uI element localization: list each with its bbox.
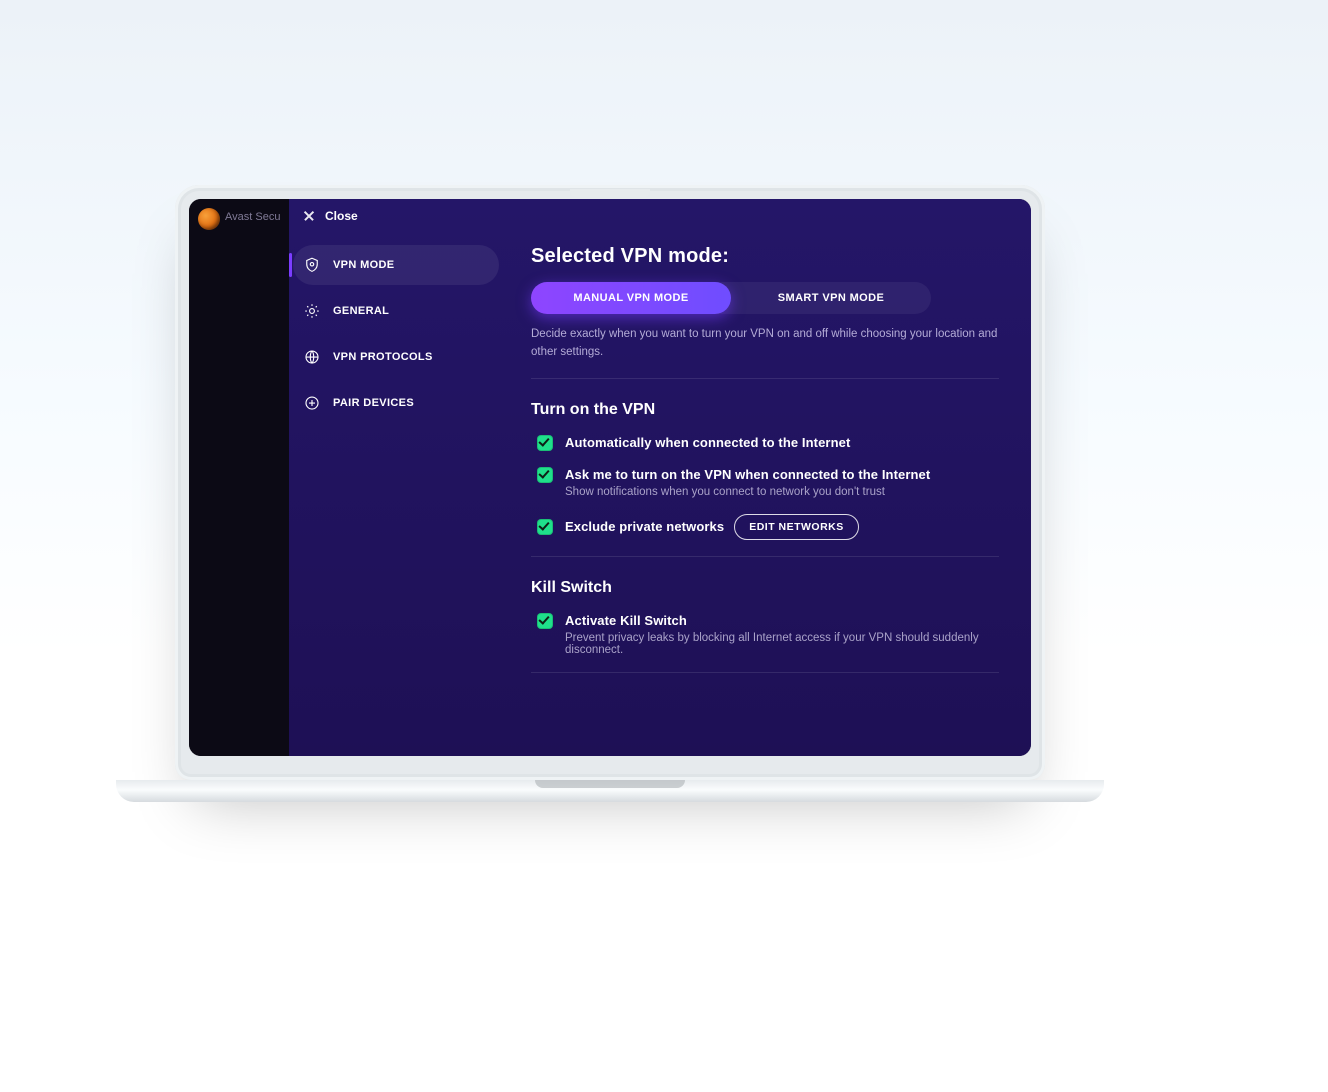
nav-item-pair-devices[interactable]: PAIR DEVICES [293, 383, 499, 423]
option-activate-kill-switch: Activate Kill Switch Prevent privacy lea… [537, 613, 999, 656]
mode-description: Decide exactly when you want to turn you… [531, 326, 999, 362]
checkbox[interactable] [537, 613, 553, 629]
close-icon[interactable] [303, 210, 315, 222]
globe-icon [303, 348, 321, 366]
nav-item-label: PAIR DEVICES [333, 397, 414, 409]
app-logo-icon [198, 208, 220, 230]
option-subtext: Show notifications when you connect to n… [565, 486, 930, 498]
nav-item-vpn-mode[interactable]: VPN MODE [293, 245, 499, 285]
nav-item-label: GENERAL [333, 305, 389, 317]
nav-item-vpn-protocols[interactable]: VPN PROTOCOLS [293, 337, 499, 377]
nav-item-general[interactable]: GENERAL [293, 291, 499, 331]
close-label[interactable]: Close [325, 209, 358, 223]
panel-header: Close [289, 199, 1031, 233]
shield-icon [303, 256, 321, 274]
plus-circle-icon [303, 394, 321, 412]
settings-panel: Close VPN MODE [289, 199, 1031, 756]
seg-smart-vpn-mode[interactable]: SMART VPN MODE [731, 282, 931, 314]
vpn-mode-toggle: MANUAL VPN MODE SMART VPN MODE [531, 282, 931, 314]
page-title: Selected VPN mode: [531, 245, 999, 268]
option-label: Exclude private networks [565, 519, 724, 534]
laptop-frame: Avast Secu Close VPN MODE [175, 185, 1045, 780]
settings-nav: VPN MODE GENERAL VPN PRO [289, 239, 503, 756]
divider [531, 378, 999, 379]
section-title-kill-switch: Kill Switch [531, 579, 999, 597]
screen: Avast Secu Close VPN MODE [189, 199, 1031, 756]
checkbox[interactable] [537, 519, 553, 535]
option-subtext: Prevent privacy leaks by blocking all In… [565, 632, 999, 656]
seg-manual-vpn-mode[interactable]: MANUAL VPN MODE [531, 282, 731, 314]
laptop-notch [570, 189, 650, 197]
app-shell-column: Avast Secu [189, 199, 289, 756]
kill-switch-options: Activate Kill Switch Prevent privacy lea… [537, 613, 999, 656]
option-label: Automatically when connected to the Inte… [565, 435, 850, 450]
divider [531, 672, 999, 673]
gear-icon [303, 302, 321, 320]
option-label: Activate Kill Switch [565, 613, 999, 628]
nav-item-label: VPN PROTOCOLS [333, 351, 433, 363]
option-ask-me: Ask me to turn on the VPN when connected… [537, 467, 999, 498]
turn-on-options: Automatically when connected to the Inte… [537, 435, 999, 540]
checkbox[interactable] [537, 467, 553, 483]
app-title: Avast Secu [225, 211, 280, 223]
option-exclude-private: Exclude private networks EDIT NETWORKS [537, 514, 999, 540]
option-auto-internet: Automatically when connected to the Inte… [537, 435, 999, 451]
section-title-turn-on: Turn on the VPN [531, 401, 999, 419]
laptop-base [116, 780, 1104, 802]
nav-item-label: VPN MODE [333, 259, 394, 271]
edit-networks-button[interactable]: EDIT NETWORKS [734, 514, 859, 540]
settings-content: Selected VPN mode: MANUAL VPN MODE SMART… [503, 239, 1031, 756]
option-label: Ask me to turn on the VPN when connected… [565, 467, 930, 482]
checkbox[interactable] [537, 435, 553, 451]
divider [531, 556, 999, 557]
